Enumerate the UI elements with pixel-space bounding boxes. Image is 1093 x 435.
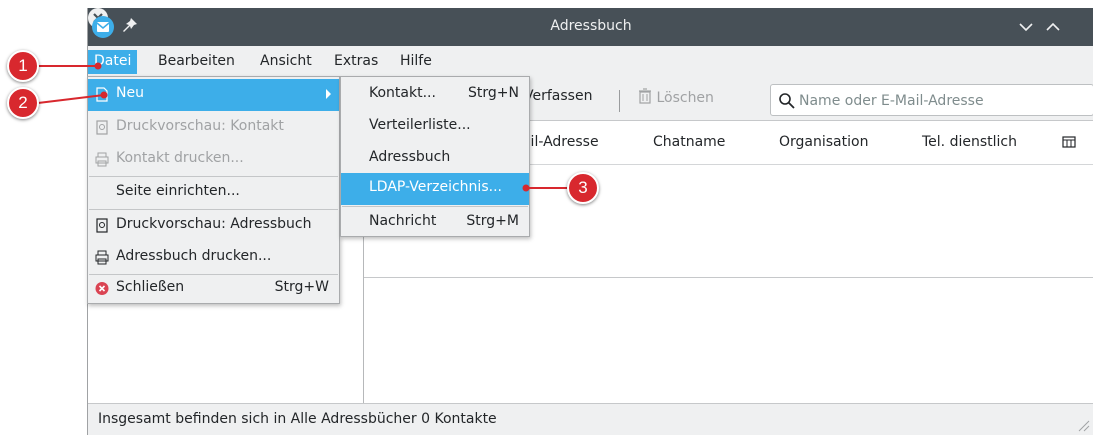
compose-button[interactable]: Verfassen [524, 88, 592, 104]
menu-datei-label: Datei [94, 53, 132, 69]
toolbar-separator [619, 90, 620, 112]
search-input[interactable] [799, 90, 1089, 112]
printer-icon [95, 152, 109, 167]
menu-item-print-preview-addressbook[interactable]: Druckvorschau: Adressbuch [88, 210, 339, 242]
menu-hilfe-label: Hilfe [400, 53, 432, 69]
menu-item-shortcut: Strg+W [274, 279, 329, 295]
submenu-arrow-icon [326, 89, 331, 99]
search-icon [778, 92, 796, 110]
submenu-item-addressbook[interactable]: Adressbuch [341, 143, 529, 175]
printer-icon [95, 250, 109, 265]
menu-item-label: Adressbuch drucken... [116, 248, 272, 264]
print-preview-icon [96, 120, 108, 135]
status-text: Insgesamt befinden sich in Alle Adressbü… [98, 411, 497, 427]
menu-item-print-preview-contact[interactable]: Druckvorschau: Kontakt [88, 112, 339, 144]
maximize-button[interactable] [1043, 17, 1063, 37]
menu-item-label: Kontakt drucken... [116, 150, 244, 166]
menu-extras-label: Extras [334, 53, 379, 69]
menu-bearbeiten-label: Bearbeiten [158, 53, 235, 69]
menu-item-new-label: Neu [116, 85, 144, 101]
chevron-down-icon [1019, 23, 1033, 32]
menu-extras[interactable]: Extras [328, 50, 384, 74]
menu-item-quit[interactable]: Schließen Strg+W [88, 273, 339, 305]
menu-item-print-addressbook[interactable]: Adressbuch drucken... [88, 242, 339, 274]
status-bar: Insgesamt befinden sich in Alle Adressbü… [88, 403, 1093, 435]
menu-item-new[interactable]: Neu [88, 79, 339, 111]
menu-bar: Datei Bearbeiten Ansicht Extras Hilfe [88, 46, 1093, 76]
menu-hilfe[interactable]: Hilfe [394, 50, 438, 74]
menu-item-label: Druckvorschau: Kontakt [116, 118, 284, 134]
file-menu-popup: Neu Druckvorschau: Kontakt Kontakt druck… [87, 76, 340, 304]
column-chatname[interactable]: Chatname [653, 134, 725, 150]
submenu-item-mailing-list[interactable]: Verteilerliste... [341, 111, 529, 143]
title-bar[interactable]: Adressbuch [88, 8, 1093, 46]
callout-badge-3: 3 [567, 172, 599, 204]
chevron-up-icon [1046, 22, 1060, 31]
menu-item-shortcut: Strg+N [468, 85, 519, 101]
print-preview-icon [96, 218, 108, 233]
menu-item-label: Kontakt... [369, 85, 436, 101]
menu-item-label: Nachricht [369, 213, 437, 229]
column-organisation[interactable]: Organisation [779, 134, 868, 150]
menu-item-label: Seite einrichten... [116, 183, 240, 199]
column-work-phone[interactable]: Tel. dienstlich [922, 134, 1017, 150]
menu-bearbeiten[interactable]: Bearbeiten [152, 50, 241, 74]
menu-item-label: Verteilerliste... [369, 117, 471, 133]
details-pane-splitter[interactable] [364, 277, 1093, 278]
submenu-item-contact[interactable]: Kontakt... Strg+N [341, 79, 529, 111]
quit-icon [95, 282, 109, 295]
menu-item-label: Druckvorschau: Adressbuch [116, 216, 312, 232]
callout-badge-2: 2 [7, 87, 39, 119]
callout-badge-1: 1 [7, 50, 39, 82]
trash-icon [639, 88, 651, 104]
new-document-icon [96, 87, 108, 102]
search-box[interactable] [770, 84, 1093, 116]
column-picker-icon[interactable] [1062, 135, 1076, 149]
menu-datei[interactable]: Datei [88, 50, 138, 74]
submenu-item-message[interactable]: Nachricht Strg+M [341, 207, 529, 239]
delete-button[interactable]: Löschen [638, 88, 714, 106]
menu-ansicht[interactable]: Ansicht [254, 50, 318, 74]
new-submenu-popup: Kontakt... Strg+N Verteilerliste... Adre… [340, 76, 530, 237]
menu-item-shortcut: Strg+M [466, 213, 519, 229]
menu-item-page-setup[interactable]: Seite einrichten... [88, 177, 339, 209]
resize-grip-icon[interactable] [1076, 418, 1090, 432]
menu-item-print-contact[interactable]: Kontakt drucken... [88, 144, 339, 176]
minimize-button[interactable] [1016, 17, 1036, 37]
delete-button-label: Löschen [656, 90, 714, 106]
menu-item-label: LDAP-Verzeichnis... [369, 179, 502, 195]
submenu-item-ldap-directory[interactable]: LDAP-Verzeichnis... [341, 173, 529, 205]
window-title: Adressbuch [550, 18, 632, 34]
menu-ansicht-label: Ansicht [260, 53, 312, 69]
menu-item-label: Adressbuch [369, 149, 451, 165]
menu-item-label: Schließen [116, 279, 185, 295]
